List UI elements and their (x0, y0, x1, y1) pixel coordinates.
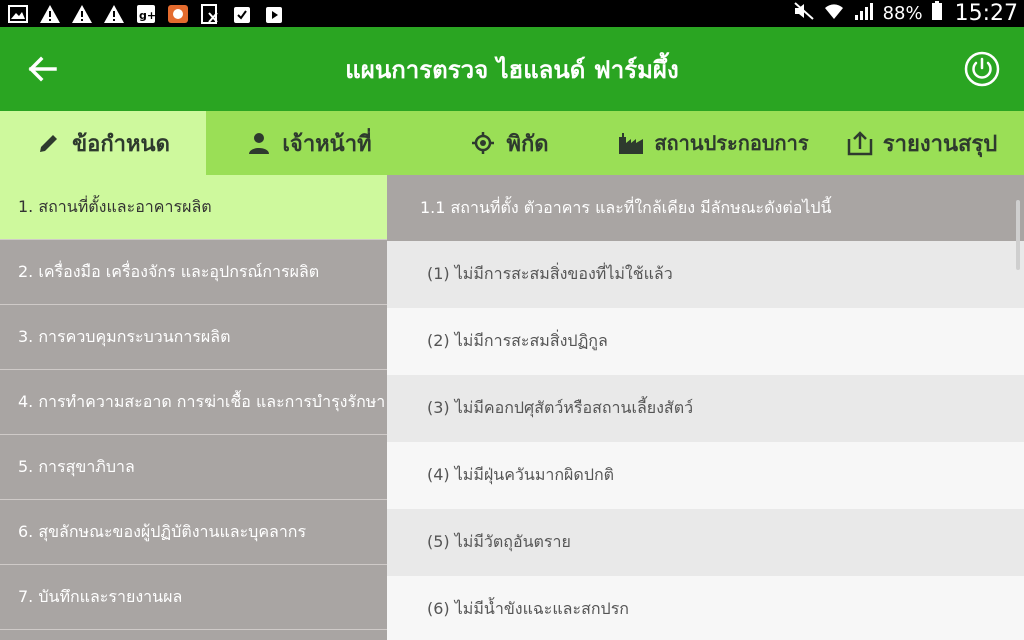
warning-icon (102, 4, 126, 24)
tab-establishment[interactable]: สถานประกอบการ (607, 111, 820, 175)
signal-icon (853, 1, 875, 26)
checklist-item[interactable]: (3) ไม่มีคอกปศุสัตว์หรือสถานเลี้ยงสัตว์ (387, 375, 1024, 442)
factory-icon (618, 130, 644, 156)
excel-icon (198, 3, 222, 24)
tab-label: เจ้าหน้าที่ (282, 131, 372, 157)
checklist-item[interactable]: (2) ไม่มีการสะสมสิ่งปฏิกูล (387, 308, 1024, 375)
list-item[interactable]: 5. การสุขาภิบาล (0, 435, 387, 500)
warning-icon (38, 4, 62, 24)
list-item[interactable]: 1. สถานที่ตั้งและอาคารผลิต (0, 175, 387, 240)
arrow-left-icon (28, 56, 57, 82)
status-bar: g+ 88% 15:27 (0, 0, 1024, 27)
tab-officers[interactable]: เจ้าหน้าที่ (206, 111, 412, 175)
back-button[interactable] (22, 51, 62, 87)
person-icon (246, 130, 272, 156)
clipboard-check-icon (230, 4, 254, 24)
checklist-item[interactable]: (1) ไม่มีการสะสมสิ่งของที่ไม่ใช้แล้ว (387, 241, 1024, 308)
warning-icon (70, 4, 94, 24)
tab-label: พิกัด (506, 131, 549, 157)
tab-label: รายงานสรุป (882, 131, 998, 157)
wifi-icon (823, 1, 845, 26)
battery-icon (931, 1, 943, 26)
checklist-item[interactable]: (6) ไม่มีน้ำขังแฉะและสกปรก (387, 576, 1024, 640)
tab-label: สถานประกอบการ (654, 131, 809, 155)
tab-coordinates[interactable]: พิกัด (412, 111, 607, 175)
svg-text:g+: g+ (139, 9, 156, 22)
google-plus-icon: g+ (134, 4, 158, 24)
app-icon (166, 4, 190, 24)
notification-icons: g+ (6, 3, 286, 24)
tab-label: ข้อกำหนด (72, 131, 170, 157)
tab-bar: ข้อกำหนด เจ้าหน้าที่ พิกัด สถานประกอบการ… (0, 111, 1024, 175)
scrollbar[interactable] (1016, 200, 1020, 270)
list-item[interactable]: 2. เครื่องมือ เครื่องจักร และอุปกรณ์การผ… (0, 240, 387, 305)
tab-summary-report[interactable]: รายงานสรุป (820, 111, 1024, 175)
list-item[interactable]: 3. การควบคุมกระบวนการผลิต (0, 305, 387, 370)
category-list: 1. สถานที่ตั้งและอาคารผลิต 2. เครื่องมือ… (0, 175, 387, 640)
app-bar: แผนการตรวจ ไฮแลนด์ ฟาร์มผึ้ง (0, 27, 1024, 111)
tab-requirements[interactable]: ข้อกำหนด (0, 111, 206, 175)
picture-icon (6, 4, 30, 24)
mute-icon (793, 1, 815, 26)
upload-icon (847, 130, 873, 156)
list-item[interactable]: 4. การทำความสะอาด การฆ่าเชื้อ และการบำรุ… (0, 370, 387, 435)
section-header: 1.1 สถานที่ตั้ง ตัวอาคาร และที่ใกล้เคียง… (387, 175, 1024, 241)
play-store-icon (262, 4, 286, 24)
power-button[interactable] (964, 51, 1000, 87)
battery-percent: 88% (882, 3, 923, 24)
crosshair-icon (470, 130, 496, 156)
checklist-panel: 1.1 สถานที่ตั้ง ตัวอาคาร และที่ใกล้เคียง… (387, 175, 1024, 640)
list-item[interactable]: 6. สุขลักษณะของผู้ปฏิบัติงานและบุคลากร (0, 500, 387, 565)
system-status: 88% 15:27 (793, 1, 1018, 26)
list-item[interactable]: 7. บันทึกและรายงานผล (0, 565, 387, 630)
checklist-item[interactable]: (4) ไม่มีฝุ่นควันมากผิดปกติ (387, 442, 1024, 509)
page-title: แผนการตรวจ ไฮแลนด์ ฟาร์มผึ้ง (345, 55, 679, 84)
pencil-icon (36, 130, 62, 156)
clock: 15:27 (954, 1, 1018, 26)
checklist-item[interactable]: (5) ไม่มีวัตถุอันตราย (387, 509, 1024, 576)
power-icon (964, 51, 1000, 87)
